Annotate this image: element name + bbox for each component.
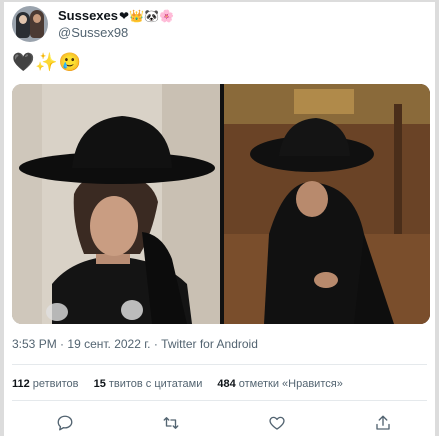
likes-stat[interactable]: 484 отметки «Нравится»	[217, 378, 342, 390]
media-grid	[12, 84, 430, 324]
avatar[interactable]	[12, 6, 48, 42]
reply-button[interactable]	[56, 414, 76, 434]
retweets-stat[interactable]: 112 ретвитов	[12, 378, 79, 390]
share-button[interactable]	[374, 414, 394, 434]
tweet-client[interactable]: Twitter for Android	[161, 337, 258, 351]
retweets-count: 112	[12, 378, 30, 390]
likes-label: отметки «Нравится»	[238, 378, 343, 390]
photo-left[interactable]	[12, 84, 220, 324]
photo-right[interactable]	[224, 84, 430, 324]
tweet-time[interactable]: 3:53 PM	[12, 337, 57, 351]
share-icon	[376, 415, 390, 430]
display-name-text: Sussexes	[58, 8, 118, 23]
name-emojis: ❤👑🐼🌸	[119, 9, 174, 23]
quotes-stat[interactable]: 15 твитов с цитатами	[94, 378, 203, 390]
retweet-button[interactable]	[162, 414, 182, 434]
timestamp-separator: ·	[60, 337, 65, 351]
tweet-header: Sussexes❤👑🐼🌸 @Sussex98	[12, 6, 412, 46]
divider	[12, 400, 427, 401]
like-button[interactable]	[268, 414, 288, 434]
retweets-label: ретвитов	[32, 378, 79, 390]
tweet-stats: 112 ретвитов 15 твитов с цитатами 484 отмет…	[12, 378, 355, 390]
tweet-timestamp: 3:53 PM · 19 сент. 2022 г. · Twitter for…	[12, 337, 258, 351]
reply-icon	[57, 415, 73, 431]
tweet-card: Sussexes❤👑🐼🌸 @Sussex98 🖤✨🥲 3:53 PM · 19 …	[4, 2, 435, 436]
quotes-count: 15	[93, 378, 106, 390]
tweet-date[interactable]: 19 сент. 2022 г.	[67, 337, 150, 351]
likes-count: 484	[217, 378, 236, 390]
user-handle[interactable]: @Sussex98	[58, 25, 128, 40]
retweet-icon	[163, 417, 179, 429]
quotes-label: твитов с цитатами	[108, 378, 203, 390]
divider	[12, 364, 427, 365]
like-icon	[269, 416, 285, 430]
timestamp-separator: ·	[153, 337, 158, 351]
tweet-text: 🖤✨🥲	[12, 52, 83, 72]
display-name[interactable]: Sussexes❤👑🐼🌸	[58, 8, 174, 23]
tweet-actions	[4, 410, 435, 436]
